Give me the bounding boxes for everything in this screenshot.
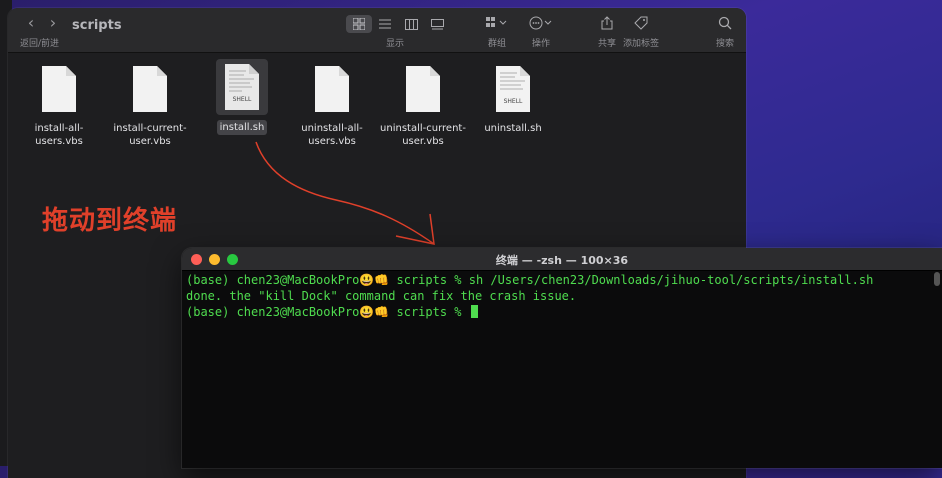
terminal-title: 终端 — -zsh — 100×36 <box>495 254 629 267</box>
terminal-titlebar: 终端 — -zsh — 100×36 <box>182 248 942 271</box>
terminal-window[interactable]: 终端 — -zsh — 100×36 (base) chen23@MacBook… <box>182 248 942 468</box>
terminal-line: (base) chen23@MacBookPro😃👊 scripts % sh … <box>186 273 874 287</box>
text-cursor <box>470 305 478 318</box>
terminal-line: done. the "kill Dock" command can fix th… <box>186 289 577 303</box>
terminal-scrollbar[interactable] <box>934 272 940 286</box>
terminal-output[interactable]: (base) chen23@MacBookPro😃👊 scripts % sh … <box>186 272 934 320</box>
terminal-line: (base) chen23@MacBookPro😃👊 scripts % <box>186 305 469 319</box>
terminal-prompt-line: (base) chen23@MacBookPro😃👊 scripts % <box>186 304 934 320</box>
